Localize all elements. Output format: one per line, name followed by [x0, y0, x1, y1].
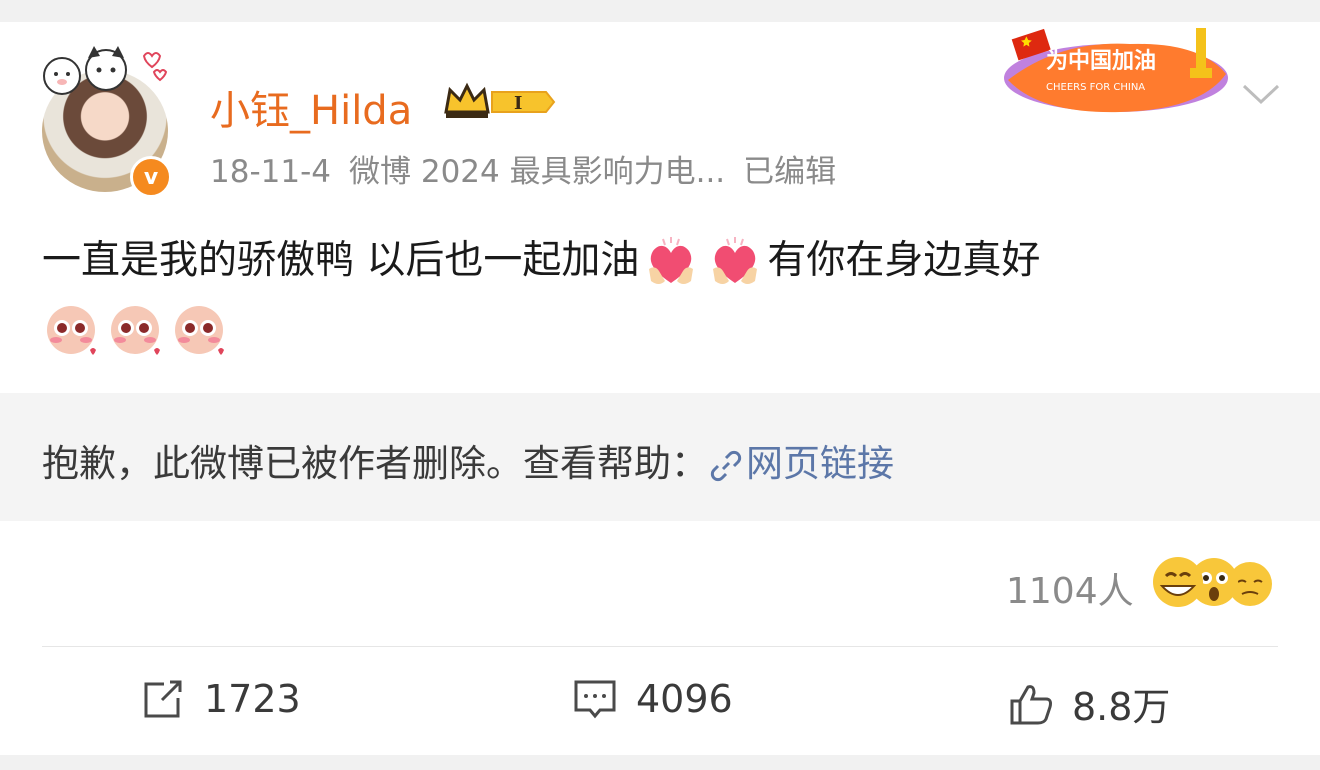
- level-badge-text: I: [514, 93, 522, 114]
- username[interactable]: 小钰_Hilda: [210, 78, 412, 136]
- avatar-sticker-decoration: [43, 46, 168, 95]
- blush-face-emoji: [175, 305, 224, 355]
- comment-count: 4096: [636, 677, 733, 721]
- repost-icon: [144, 680, 182, 718]
- comment-button[interactable]: 4096: [572, 676, 733, 722]
- post-source[interactable]: 微博 2024 最具影响力电...: [349, 154, 725, 190]
- post-text-2: 有你在身边真好: [767, 238, 1041, 283]
- post-text-1: 一直是我的骄傲鸭 以后也一起加油: [42, 238, 640, 283]
- deleted-notice-text: 抱歉，此微博已被作者删除。查看帮助：: [42, 442, 708, 485]
- reaction-faces-icon[interactable]: [1150, 554, 1280, 610]
- cheer-badge-text: 为中国加油: [1046, 49, 1156, 74]
- post-meta: 18-11-4 微博 2024 最具影响力电... 已编辑: [210, 146, 854, 191]
- deleted-repost-notice: 抱歉，此微博已被作者删除。查看帮助： 网页链接: [0, 393, 1320, 521]
- more-chevron-icon[interactable]: [1240, 82, 1282, 106]
- repost-button[interactable]: 1723: [140, 676, 301, 722]
- web-link-label[interactable]: 网页链接: [746, 442, 894, 485]
- heart-hands-emoji: [713, 236, 758, 284]
- like-button[interactable]: 8.8万: [1008, 676, 1170, 731]
- post-edited-label[interactable]: 已编辑: [743, 154, 836, 190]
- web-link[interactable]: 网页链接: [708, 442, 894, 485]
- post-date: 18-11-4: [210, 154, 331, 190]
- crown-icon[interactable]: I: [442, 82, 558, 122]
- comment-icon: [574, 680, 616, 719]
- blush-face-emoji: [111, 305, 160, 355]
- divider: [42, 646, 1278, 647]
- verified-badge: v: [130, 156, 172, 198]
- link-icon: [710, 450, 742, 481]
- like-count: 8.8万: [1072, 685, 1171, 729]
- cheers-for-china-badge: 为中国加油 CHEERS FOR CHINA: [1004, 28, 1228, 113]
- like-icon: [1010, 684, 1052, 724]
- heart-hands-emoji: [649, 236, 694, 284]
- blush-face-emoji: [47, 305, 96, 355]
- repost-count: 1723: [204, 677, 301, 721]
- post-content: 一直是我的骄傲鸭 以后也一起加油 有你在身边真好: [42, 228, 1292, 360]
- cheer-badge-subtext: CHEERS FOR CHINA: [1046, 82, 1145, 93]
- reaction-count[interactable]: 1104人: [1006, 562, 1134, 614]
